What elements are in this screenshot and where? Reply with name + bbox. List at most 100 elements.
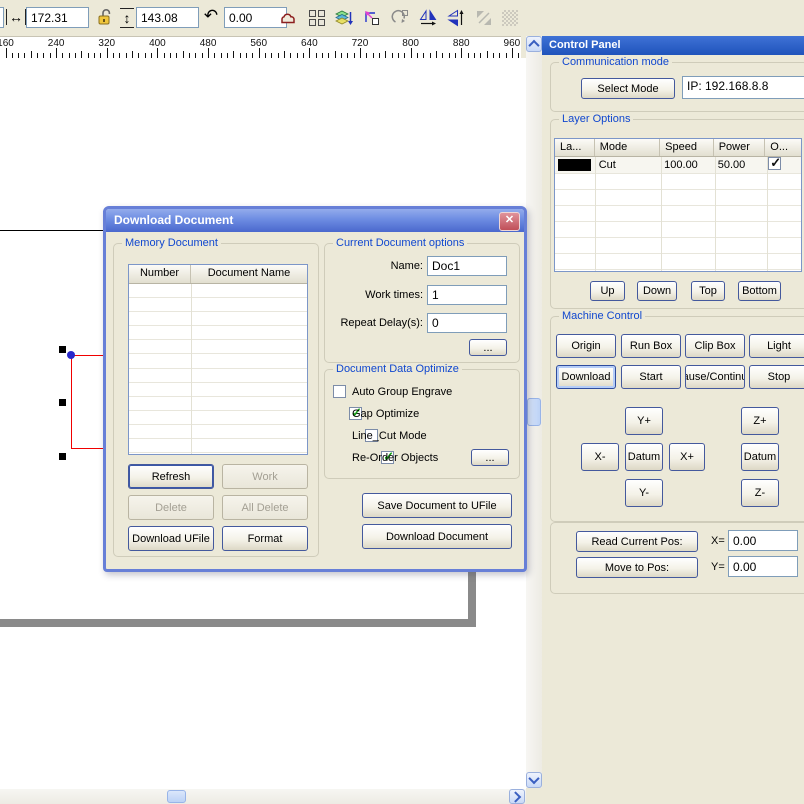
layer-order-icon[interactable] <box>334 8 354 28</box>
all-delete-button[interactable]: All Delete <box>222 495 308 520</box>
layer-table[interactable]: La... Mode Speed Power O... Cut 100.00 5… <box>554 138 802 272</box>
horizontal-scrollbar[interactable] <box>0 789 526 804</box>
group-icon[interactable] <box>307 8 327 28</box>
work-times-input[interactable] <box>427 285 507 305</box>
x-position-input[interactable] <box>728 530 798 551</box>
optimize-more-button[interactable]: ... <box>471 449 509 466</box>
layer-power-cell[interactable]: 50.00 <box>714 159 766 171</box>
selection-handle[interactable] <box>59 399 66 406</box>
horizontal-size-icon: ↔ <box>6 9 26 25</box>
rotate-shape-icon[interactable] <box>390 8 410 28</box>
layer-down-button[interactable]: Down <box>637 281 677 301</box>
layer-top-button[interactable]: Top <box>691 281 725 301</box>
ruler-tick <box>309 48 310 58</box>
height-input[interactable] <box>136 7 199 28</box>
run-box-button[interactable]: Run Box <box>621 334 681 358</box>
jog-x-minus-button[interactable]: X- <box>581 443 619 471</box>
vertical-scrollbar[interactable] <box>526 36 542 788</box>
jog-z-minus-button[interactable]: Z- <box>741 479 779 507</box>
y-position-input[interactable] <box>728 556 798 577</box>
light-button[interactable]: Light <box>749 334 804 358</box>
clipped-left-input[interactable] <box>0 7 4 28</box>
width-input[interactable] <box>26 7 89 28</box>
repeat-delay-input[interactable] <box>427 313 507 333</box>
pause-continue-button[interactable]: ause/Continu <box>685 365 745 389</box>
memory-row-empty <box>129 411 307 425</box>
scroll-down-button[interactable] <box>526 772 542 788</box>
work-button[interactable]: Work <box>222 464 308 489</box>
scale-icon-disabled <box>474 8 494 28</box>
communication-mode-group: Communication mode Select Mode IP: 192.1… <box>550 62 804 112</box>
jog-z-datum-button[interactable]: Datum <box>741 443 779 471</box>
gap-optimize-label: Gap Optimize <box>352 408 419 420</box>
layer-table-header: La... Mode Speed Power O... <box>555 139 801 157</box>
layer-col-header: La... <box>555 139 595 156</box>
memory-col-header: Number <box>129 265 191 283</box>
ruler-tick <box>284 51 285 58</box>
layer-table-body: Cut 100.00 50.00 <box>555 157 801 271</box>
format-button[interactable]: Format <box>222 526 308 551</box>
memory-document-label: Memory Document <box>122 237 221 250</box>
memory-row-empty <box>129 326 307 340</box>
jog-xy-datum-button[interactable]: Datum <box>625 443 663 471</box>
re-order-objects-label: Re-Order Objects <box>352 452 438 464</box>
mirror-horizontal-icon[interactable] <box>418 8 438 28</box>
top-toolbar: ↔ ↕ ↶ <box>0 0 804 36</box>
chevron-right-icon <box>510 791 521 802</box>
machine-control-group: Machine Control Origin Run Box Clip Box … <box>550 316 804 522</box>
layer-row-empty <box>555 190 801 206</box>
node-edit-icon[interactable] <box>362 8 382 28</box>
clip-box-button[interactable]: Clip Box <box>685 334 745 358</box>
layer-mode-cell[interactable]: Cut <box>595 159 660 171</box>
selection-handle[interactable] <box>59 346 66 353</box>
name-input[interactable] <box>427 256 507 276</box>
layer-bottom-button[interactable]: Bottom <box>738 281 781 301</box>
close-icon[interactable]: ✕ <box>499 212 520 231</box>
vertical-scroll-thumb[interactable] <box>527 398 541 426</box>
ruler-tick <box>107 48 108 58</box>
memory-document-group: Memory Document Number Document Name Ref… <box>113 243 319 557</box>
layer-up-button[interactable]: Up <box>590 281 625 301</box>
jog-z-plus-button[interactable]: Z+ <box>741 407 779 435</box>
move-to-pos-button[interactable]: Move to Pos: <box>576 557 698 578</box>
weld-icon[interactable] <box>278 8 298 28</box>
ruler-tick <box>335 51 336 58</box>
lock-open-icon[interactable] <box>95 7 115 27</box>
start-node-dot[interactable] <box>67 351 75 359</box>
memory-table[interactable]: Number Document Name <box>128 264 308 455</box>
auto-group-engrave-checkbox[interactable] <box>333 385 346 398</box>
layer-options-group: Layer Options La... Mode Speed Power O..… <box>550 119 804 309</box>
mirror-vertical-icon[interactable] <box>446 8 466 28</box>
jog-x-plus-button[interactable]: X+ <box>669 443 705 471</box>
origin-button[interactable]: Origin <box>556 334 616 358</box>
scroll-up-button[interactable] <box>526 36 542 52</box>
start-button[interactable]: Start <box>621 365 681 389</box>
dialog-title: Download Document <box>114 213 233 227</box>
layer-color-swatch[interactable] <box>558 159 591 171</box>
layer-row[interactable]: Cut 100.00 50.00 <box>555 157 801 174</box>
layer-output-checkbox[interactable] <box>768 157 781 170</box>
ruler-tick <box>183 51 184 58</box>
scroll-right-button[interactable] <box>509 789 525 804</box>
horizontal-scroll-thumb[interactable] <box>167 790 186 803</box>
options-more-button[interactable]: ... <box>469 339 507 356</box>
select-mode-button[interactable]: Select Mode <box>581 78 675 99</box>
stop-button[interactable]: Stop <box>749 365 804 389</box>
memory-row-empty <box>129 369 307 383</box>
download-button[interactable]: Download <box>556 365 616 389</box>
dialog-title-bar[interactable]: Download Document ✕ <box>106 209 524 232</box>
layer-speed-cell[interactable]: 100.00 <box>660 159 714 171</box>
jog-y-minus-button[interactable]: Y- <box>625 479 663 507</box>
jog-y-plus-button[interactable]: Y+ <box>625 407 663 435</box>
layer-row-empty <box>555 174 801 190</box>
download-document-button[interactable]: Download Document <box>362 524 512 549</box>
refresh-button[interactable]: Refresh <box>128 464 214 489</box>
download-ufile-button[interactable]: Download UFile <box>128 526 214 551</box>
selection-handle[interactable] <box>59 453 66 460</box>
save-document-to-ufile-button[interactable]: Save Document to UFile <box>362 493 512 518</box>
document-data-optimize-label: Document Data Optimize <box>333 363 462 376</box>
ruler-label: 160 <box>0 38 14 49</box>
delete-button[interactable]: Delete <box>128 495 214 520</box>
repeat-delay-label: Repeat Delay(s): <box>331 317 423 329</box>
read-current-pos-button[interactable]: Read Current Pos: <box>576 531 698 552</box>
